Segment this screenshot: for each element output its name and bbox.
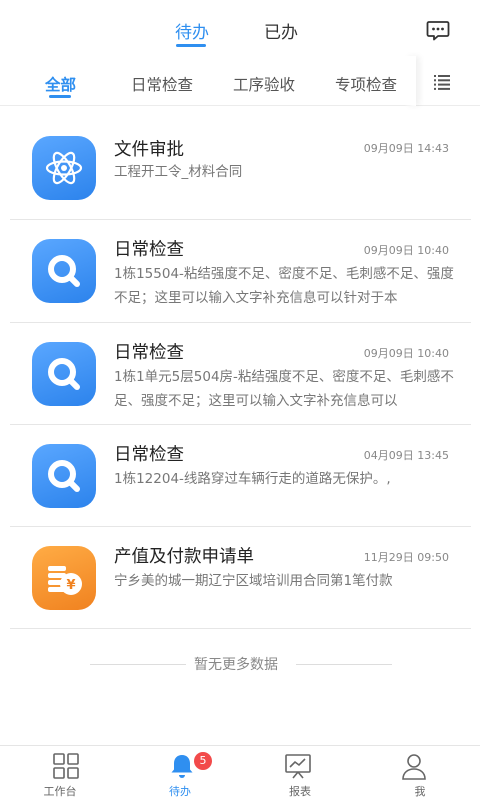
tab-indicator xyxy=(176,44,206,47)
magnifier-icon xyxy=(32,444,96,508)
list-item[interactable]: 文件审批 09月09日 14:43 工程开工令_材料合同 xyxy=(10,116,471,220)
bottom-nav: 工作台 5 待办 报表 我 xyxy=(0,745,480,800)
nav-workbench[interactable]: 工作台 xyxy=(0,746,120,800)
notification-badge: 5 xyxy=(194,752,212,770)
list-icon[interactable] xyxy=(432,72,452,92)
item-description: 1栋12204-线路穿过车辆行走的道路无保护。, xyxy=(114,471,391,487)
nav-label: 待办 xyxy=(169,785,191,798)
item-title: 产值及付款申请单 xyxy=(114,547,254,567)
chart-board-icon xyxy=(284,752,312,780)
magnifier-icon xyxy=(32,239,96,303)
item-description: 宁乡美的城一期辽宁区域培训用合同第1笔付款 xyxy=(114,573,393,589)
person-icon xyxy=(400,752,428,780)
item-description: 工程开工令_材料合同 xyxy=(114,164,243,180)
item-title: 文件审批 xyxy=(114,140,184,160)
item-title: 日常检查 xyxy=(114,240,184,260)
item-time: 09月09日 10:40 xyxy=(363,347,449,360)
item-description: 1栋1单元5层504房-粘结强度不足、密度不足、毛刺感不足、强度不足；这里可以输… xyxy=(114,369,454,409)
nav-todo[interactable]: 5 待办 xyxy=(120,746,240,800)
nav-label: 工作台 xyxy=(43,785,77,798)
item-title: 日常检查 xyxy=(114,445,184,465)
list-item[interactable]: 日常检查 04月09日 13:45 1栋12204-线路穿过车辆行走的道路无保护… xyxy=(10,425,471,527)
category-daily-inspection[interactable]: 日常检查 xyxy=(131,73,193,95)
bell-icon xyxy=(168,752,196,780)
category-scroll-fade xyxy=(404,56,416,106)
atom-icon xyxy=(32,136,96,200)
category-special-inspection[interactable]: 专项检查 xyxy=(335,73,397,95)
list-item[interactable]: 日常检查 09月09日 10:40 1栋15504-粘结强度不足、密度不足、毛刺… xyxy=(10,220,471,323)
list-item[interactable]: 日常检查 09月09日 10:40 1栋1单元5层504房-粘结强度不足、密度不… xyxy=(10,323,471,425)
nav-report[interactable]: 报表 xyxy=(240,746,360,800)
list-item[interactable]: ¥ 产值及付款申请单 11月29日 09:50 宁乡美的城一期辽宁区域培训用合同… xyxy=(10,527,471,629)
item-time: 11月29日 09:50 xyxy=(363,551,449,564)
tab-todo[interactable]: 待办 xyxy=(175,18,209,43)
magnifier-icon xyxy=(32,342,96,406)
item-time: 09月09日 10:40 xyxy=(363,244,449,257)
no-more-data: 暂无更多数据 xyxy=(0,652,480,676)
item-time: 04月09日 13:45 xyxy=(363,449,449,462)
chat-bubble-icon[interactable] xyxy=(426,18,450,42)
no-more-text: 暂无更多数据 xyxy=(194,657,278,673)
nav-label: 报表 xyxy=(289,785,311,798)
nav-label: 我 xyxy=(414,785,426,798)
category-all[interactable]: 全部 xyxy=(45,73,76,95)
item-time: 09月09日 14:43 xyxy=(363,142,449,155)
nav-me[interactable]: 我 xyxy=(360,746,480,800)
divider xyxy=(90,664,186,665)
coins-icon: ¥ xyxy=(32,546,96,610)
item-description: 1栋15504-粘结强度不足、密度不足、毛刺感不足、强度不足；这里可以输入文字补… xyxy=(114,266,454,306)
category-indicator xyxy=(49,95,71,98)
divider xyxy=(296,664,392,665)
category-tab-bar: 全部 日常检查 工序验收 专项检查 xyxy=(0,56,480,106)
category-process-acceptance[interactable]: 工序验收 xyxy=(233,73,295,95)
tab-done[interactable]: 已办 xyxy=(264,18,298,43)
svg-text:¥: ¥ xyxy=(66,578,75,593)
top-tab-bar: 待办 已办 xyxy=(0,0,480,56)
item-title: 日常检查 xyxy=(114,343,184,363)
grid-icon xyxy=(52,752,80,780)
